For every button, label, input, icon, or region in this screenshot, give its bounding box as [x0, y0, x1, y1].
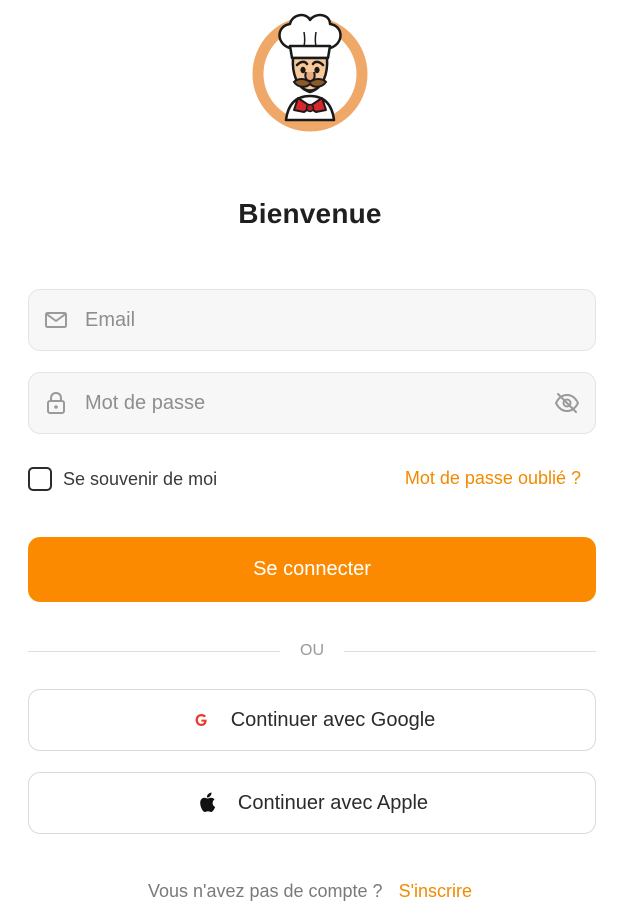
divider-line-right: [344, 651, 596, 652]
google-signin-button[interactable]: Continuer avec Google: [28, 689, 596, 751]
apple-signin-label: Continuer avec Apple: [237, 791, 429, 814]
lock-icon: [43, 390, 69, 416]
google-icon: [189, 708, 213, 732]
envelope-icon: [43, 307, 69, 333]
login-button[interactable]: Se connecter: [28, 537, 596, 602]
eye-off-icon[interactable]: [553, 389, 581, 417]
signup-prompt: Vous n'avez pas de compte ? S'inscrire: [0, 881, 620, 902]
remember-checkbox[interactable]: [28, 467, 52, 491]
password-placeholder: Mot de passe: [85, 391, 206, 414]
remember-label: Se souvenir de moi: [63, 468, 218, 489]
signup-link[interactable]: S'inscrire: [399, 881, 472, 901]
google-signin-label: Continuer avec Google: [230, 708, 436, 731]
apple-icon: [196, 791, 220, 815]
chef-logo: [250, 8, 370, 134]
email-field[interactable]: Email: [28, 289, 596, 351]
login-screen: Bienvenue Email Mot de passe Se souvenir…: [0, 0, 620, 907]
password-field[interactable]: Mot de passe: [28, 372, 596, 434]
page-title: Bienvenue: [238, 198, 382, 229]
apple-signin-button[interactable]: Continuer avec Apple: [28, 772, 596, 834]
remember-me[interactable]: Se souvenir de moi: [28, 467, 217, 491]
divider-line-left: [28, 651, 280, 652]
forgot-password-link[interactable]: Mot de passe oublié ?: [405, 468, 581, 489]
signup-prompt-text: Vous n'avez pas de compte ?: [147, 881, 383, 901]
divider-label: OU: [300, 642, 324, 659]
email-placeholder: Email: [85, 308, 136, 331]
